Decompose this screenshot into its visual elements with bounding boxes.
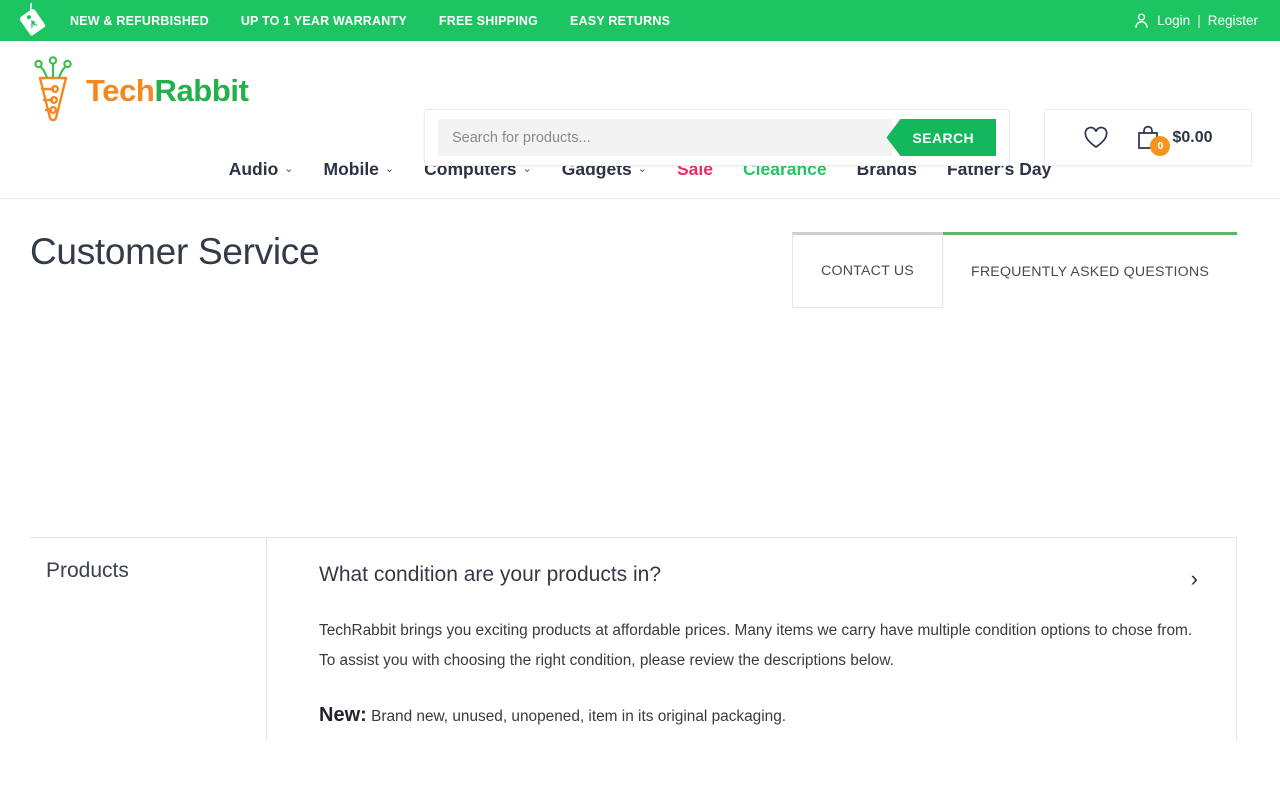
account-separator: | [1197, 13, 1201, 28]
condition-entry-new: New: Brand new, unused, unopened, item i… [319, 700, 1204, 732]
faq-content: What condition are your products in? › T… [267, 538, 1237, 740]
login-link[interactable]: Login [1157, 13, 1190, 28]
site-header: TechRabbit SEARCH 0 $0.00 [0, 41, 1280, 166]
nav-item-mobile[interactable]: Mobile ⌄ [324, 159, 395, 180]
cart-total: $0.00 [1172, 128, 1213, 146]
nav-item-audio[interactable]: Audio ⌄ [229, 159, 294, 180]
chevron-down-icon: ⌄ [384, 163, 395, 175]
content-columns: Products What condition are your product… [30, 538, 1237, 740]
logo[interactable]: TechRabbit [28, 53, 249, 129]
logo-text-tech: Tech [86, 73, 155, 108]
cart-count-badge: 0 [1150, 135, 1171, 156]
recycle-tag-icon [12, 0, 56, 41]
page-title: Customer Service [30, 231, 320, 272]
tab-bar: CONTACT US FREQUENTLY ASKED QUESTIONS [792, 232, 1237, 308]
condition-term: New: [319, 704, 367, 726]
nav-label: Mobile [323, 159, 379, 179]
faq-question: What condition are your products in? [319, 563, 662, 586]
promo-item-0[interactable]: NEW & REFURBISHED [70, 14, 209, 28]
tab-frequently-asked-questions[interactable]: FREQUENTLY ASKED QUESTIONS [942, 232, 1237, 308]
shopping-bag-icon: 0 [1135, 125, 1171, 156]
search-bar: SEARCH [424, 109, 1010, 166]
condition-definition: Brand new, unused, unopened, item in its… [366, 708, 787, 725]
register-link[interactable]: Register [1208, 13, 1258, 28]
user-icon [1133, 12, 1150, 29]
promo-bar: NEW & REFURBISHED UP TO 1 YEAR WARRANTY … [0, 0, 1280, 41]
nav-label: Audio [228, 159, 279, 179]
heart-icon[interactable] [1083, 126, 1109, 150]
logo-text-rabbit: Rabbit [154, 73, 249, 108]
account-area: Login | Register [1133, 0, 1258, 41]
chevron-right-icon[interactable]: › [1191, 568, 1204, 590]
tab-contact-us[interactable]: CONTACT US [792, 232, 943, 308]
search-button[interactable]: SEARCH [886, 119, 996, 156]
search-input[interactable] [438, 119, 893, 156]
chevron-down-icon: ⌄ [637, 163, 647, 175]
chevron-down-icon: ⌄ [284, 163, 294, 175]
sidebar-item-products[interactable]: Products [30, 559, 266, 583]
chevron-down-icon: ⌄ [522, 163, 532, 175]
promo-item-1[interactable]: UP TO 1 YEAR WARRANTY [241, 14, 407, 28]
promo-message-list: NEW & REFURBISHED UP TO 1 YEAR WARRANTY … [70, 14, 670, 28]
cart-button[interactable]: 0 $0.00 [1135, 125, 1213, 156]
promo-item-3[interactable]: EASY RETURNS [570, 14, 670, 28]
carrot-circuit-icon [28, 53, 78, 129]
sidebar: Products [30, 538, 267, 740]
faq-intro-paragraph: TechRabbit brings you exciting products … [319, 622, 1193, 669]
faq-accordion-header[interactable]: What condition are your products in? › [319, 562, 1204, 590]
page-body: Customer Service CONTACT US FREQUENTLY A… [0, 199, 1280, 740]
promo-item-2[interactable]: FREE SHIPPING [439, 14, 538, 28]
cart-summary: 0 $0.00 [1044, 109, 1252, 166]
